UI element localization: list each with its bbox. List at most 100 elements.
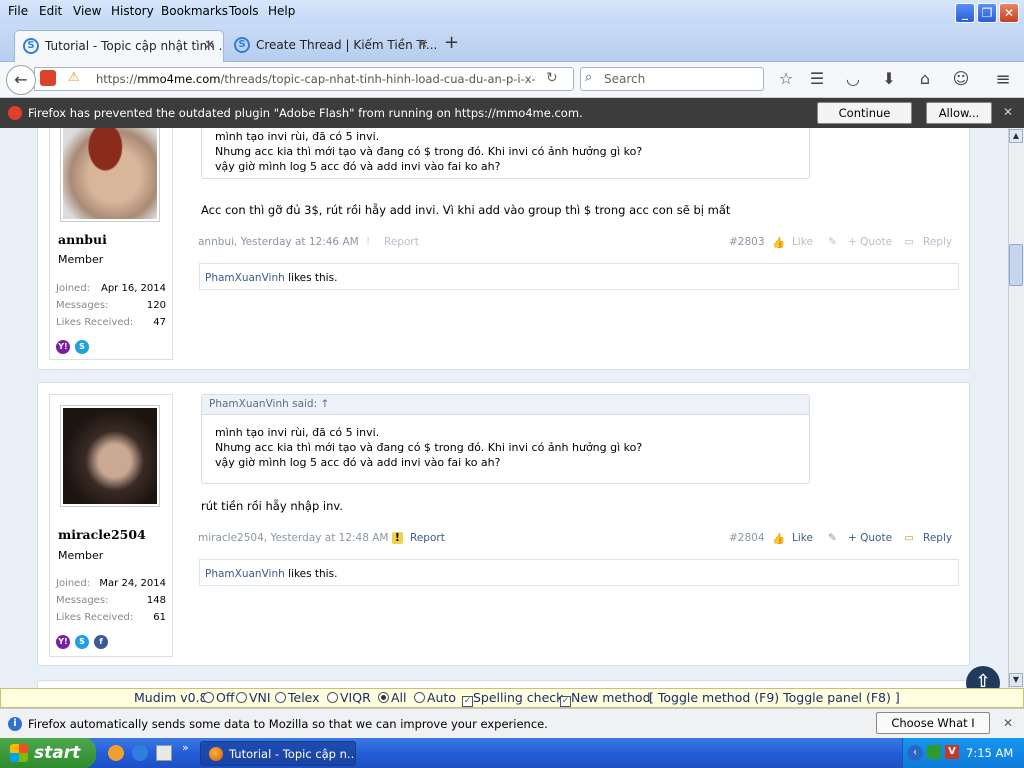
maximize-button[interactable]: ❐	[977, 3, 997, 23]
tray-clock[interactable]: 7:15 AM	[966, 746, 1013, 760]
skype-icon[interactable]: S	[75, 635, 89, 649]
report-link[interactable]: Report	[384, 236, 419, 248]
home-icon[interactable]: ⌂	[914, 69, 936, 88]
warning-lock-icon[interactable]: ⚠	[68, 70, 80, 85]
mode-telex[interactable]: Telex	[275, 690, 320, 705]
quote-block: PhamXuanVinh said: ↑ mình tạo invi rùi, …	[201, 394, 810, 484]
messages-stat: Messages: 148	[56, 595, 166, 606]
reading-list-icon[interactable]: ☰	[806, 69, 828, 88]
report-icon[interactable]: !	[366, 236, 370, 248]
like-link[interactable]: Like	[792, 532, 813, 544]
liker-link[interactable]: PhamXuanVinh	[205, 272, 285, 284]
menu-file[interactable]: File	[8, 4, 28, 18]
liker-link[interactable]: PhamXuanVinh	[205, 568, 285, 580]
facebook-icon[interactable]: f	[94, 635, 108, 649]
user-info-panel: annbui Member Joined: Apr 16, 2014 Messag…	[49, 128, 173, 360]
mode-auto[interactable]: Auto	[414, 690, 456, 705]
menu-bookmarks[interactable]: Bookmarks	[161, 4, 228, 18]
reload-icon[interactable]: ↻	[546, 70, 558, 86]
avatar[interactable]	[60, 128, 160, 222]
reply-link[interactable]: Reply	[923, 236, 952, 248]
new-tab-icon[interactable]: +	[444, 32, 459, 53]
like-icon[interactable]: 👍	[772, 236, 785, 249]
back-button[interactable]: ←	[6, 65, 36, 95]
report-link[interactable]: Report	[410, 532, 445, 544]
pocket-icon[interactable]: ◡	[842, 69, 864, 88]
user-title: Member	[58, 253, 104, 266]
username[interactable]: annbui	[58, 232, 107, 247]
tab-create-thread[interactable]: S Create Thread | Kiếm Tiền Tr... ✕	[226, 30, 436, 62]
toggle-links[interactable]: [ Toggle method (F9) Toggle panel (F8) ]	[649, 690, 900, 705]
post-number[interactable]: #2803	[729, 236, 765, 248]
site-favicon-icon: S	[234, 37, 250, 53]
scroll-up-icon[interactable]: ▲	[1009, 129, 1023, 143]
menu-view[interactable]: View	[73, 4, 101, 18]
allow-button[interactable]: Allow...	[926, 102, 992, 124]
username[interactable]: miracle2504	[58, 527, 146, 542]
vertical-scrollbar[interactable]	[1008, 128, 1024, 688]
quote-icon[interactable]: ✎	[828, 532, 837, 544]
new-method-checkbox[interactable]: ✓ New method	[560, 690, 651, 707]
post-author-time[interactable]: annbui, Yesterday at 12:46 AM	[198, 236, 359, 248]
menu-help[interactable]: Help	[268, 4, 295, 18]
quote-link[interactable]: + Quote	[848, 236, 892, 248]
quote-body: mình tạo invi rùi, đã có 5 invi. Nhưng a…	[215, 426, 643, 469]
plugin-blocked-icon[interactable]	[40, 70, 56, 86]
download-icon[interactable]: ⬇	[878, 69, 900, 88]
tab-tutorial[interactable]: S Tutorial - Topic cập nhật tình ... ✕	[14, 30, 224, 62]
close-window-button[interactable]: ✕	[999, 3, 1019, 23]
like-icon[interactable]: 👍	[772, 532, 785, 545]
mode-all[interactable]: All	[378, 690, 407, 705]
post-meta: miracle2504, Yesterday at 12:48 AM ! Rep…	[198, 532, 958, 550]
quote-header[interactable]: PhamXuanVinh said: ↑	[202, 395, 809, 415]
mode-viqr[interactable]: VIQR	[327, 690, 371, 705]
close-notification-icon[interactable]: ✕	[1003, 105, 1013, 119]
quote-link[interactable]: + Quote	[848, 532, 892, 544]
hello-icon[interactable]: ☺	[950, 69, 972, 88]
forum-post: miracle2504 Member Joined: Mar 24, 2014 M…	[37, 382, 970, 666]
tray-network-icon[interactable]	[927, 745, 941, 759]
menu-tools[interactable]: Tools	[229, 4, 259, 18]
quicklaunch-chrome-icon[interactable]	[108, 745, 124, 761]
avatar[interactable]	[60, 405, 160, 507]
menu-hamburger-icon[interactable]: ≡	[992, 69, 1014, 90]
taskbar-firefox-window[interactable]: Tutorial - Topic cập n...	[200, 741, 356, 766]
yahoo-icon[interactable]: Y!	[56, 635, 70, 649]
choose-what-i-share-button[interactable]: Choose What I Share	[876, 712, 990, 750]
mode-off[interactable]: Off	[203, 690, 234, 705]
close-tab-icon[interactable]: ✕	[204, 38, 215, 53]
bookmark-star-icon[interactable]: ☆	[775, 69, 797, 88]
post-number[interactable]: #2804	[729, 532, 765, 544]
quote-icon[interactable]: ✎	[828, 236, 837, 248]
minimize-button[interactable]: _	[955, 3, 975, 23]
scrollbar-thumb[interactable]	[1009, 244, 1023, 286]
report-icon[interactable]: !	[392, 532, 403, 544]
tray-vietkey-icon[interactable]: V	[945, 745, 959, 759]
reply-icon[interactable]: ▭	[904, 236, 914, 248]
menu-history[interactable]: History	[111, 4, 154, 18]
reply-icon[interactable]: ▭	[904, 532, 914, 544]
post-author-time[interactable]: miracle2504, Yesterday at 12:48 AM	[198, 532, 388, 544]
forum-post	[37, 680, 970, 688]
quicklaunch-browser-icon[interactable]	[132, 745, 148, 761]
skype-icon[interactable]: S	[75, 340, 89, 354]
likes-summary: PhamXuanVinh likes this.	[199, 263, 959, 290]
yahoo-icon[interactable]: Y!	[56, 340, 70, 354]
quicklaunch-more-icon[interactable]: »	[182, 741, 189, 754]
continue-blocking-button[interactable]: Continue Blocking	[817, 102, 912, 140]
quicklaunch-app-icon[interactable]	[156, 745, 172, 761]
quote-block: mình tạo invi rùi, đã có 5 invi. Nhưng a…	[201, 128, 810, 179]
tray-expand-icon[interactable]: ‹	[907, 745, 923, 761]
scroll-down-icon[interactable]: ▼	[1009, 673, 1023, 687]
url-text[interactable]: https://mmo4me.com/threads/topic-cap-nha…	[96, 72, 536, 86]
close-notification-icon[interactable]: ✕	[1003, 716, 1013, 730]
menu-edit[interactable]: Edit	[39, 4, 62, 18]
close-tab-icon[interactable]: ✕	[417, 37, 428, 52]
like-link[interactable]: Like	[792, 236, 813, 248]
reply-link[interactable]: Reply	[923, 532, 952, 544]
mode-vni[interactable]: VNI	[236, 690, 271, 705]
tab-label: Create Thread | Kiếm Tiền Tr...	[256, 38, 436, 52]
spelling-check-checkbox[interactable]: ✓ Spelling check	[462, 690, 563, 707]
messages-stat: Messages: 120	[56, 300, 166, 311]
menu-bar: File Edit View History Bookmarks Tools H…	[0, 0, 1024, 24]
